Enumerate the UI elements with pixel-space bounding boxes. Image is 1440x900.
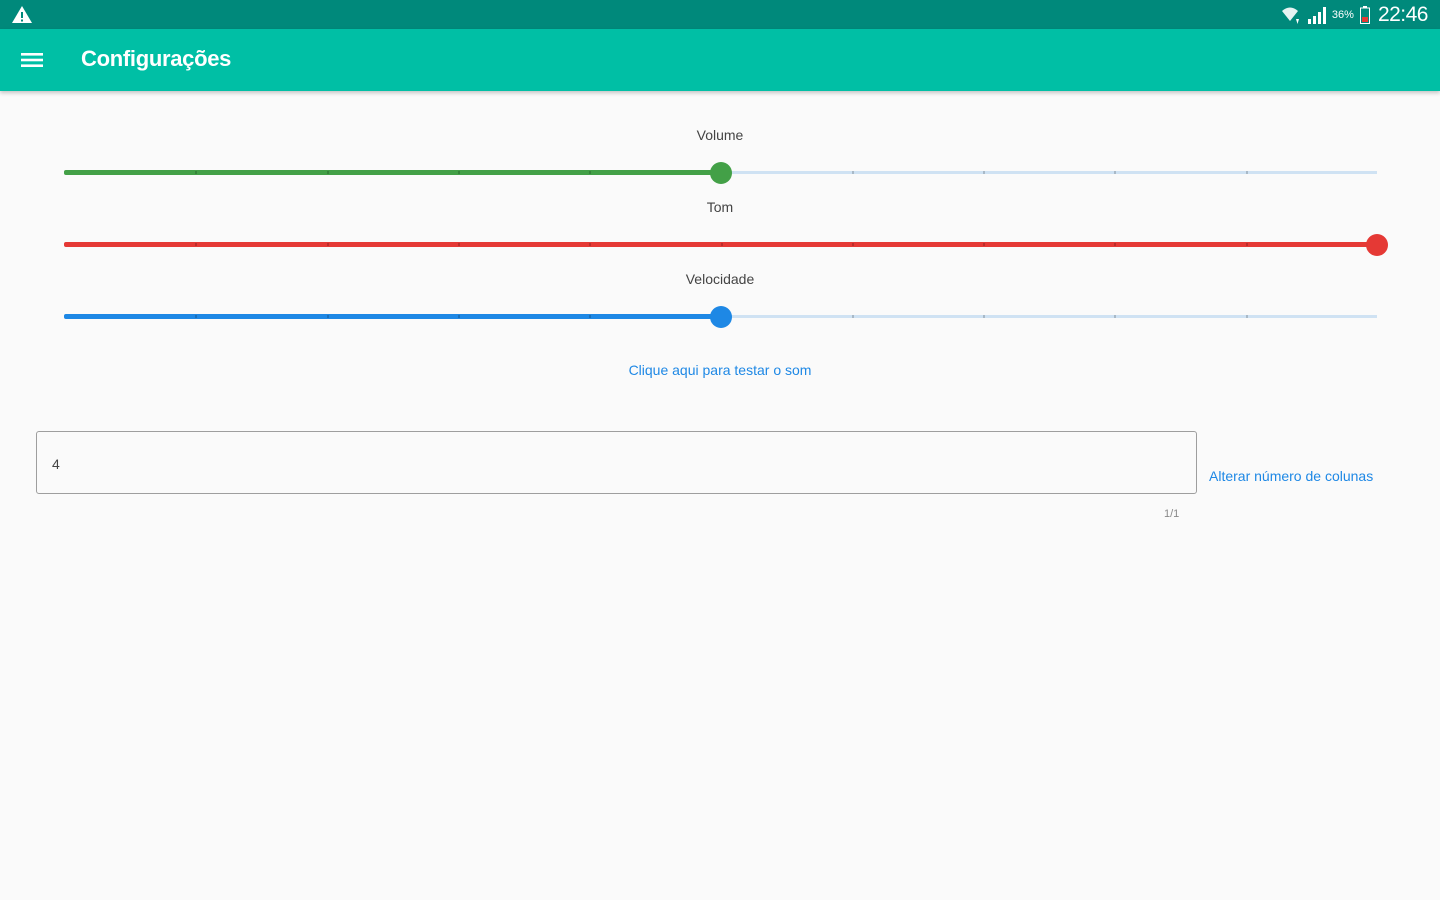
test-sound-link[interactable]: Clique aqui para testar o som (0, 362, 1440, 378)
speed-slider[interactable] (64, 305, 1377, 329)
battery-low-icon (1359, 5, 1370, 24)
slider-fill (64, 314, 721, 319)
columns-field[interactable] (36, 431, 1197, 494)
alter-columns-button[interactable]: Alterar número de colunas (1209, 468, 1373, 484)
signal-icon (1307, 6, 1326, 24)
slider-tick (195, 315, 198, 318)
slider-tick (589, 171, 592, 174)
speed-label: Velocidade (685, 271, 755, 287)
app-bar: Configurações (0, 29, 1440, 91)
slider-tick (720, 243, 723, 246)
status-bar: 36% 22:46 (0, 0, 1440, 29)
slider-tick (983, 315, 986, 318)
hamburger-menu-icon[interactable] (21, 49, 43, 71)
slider-thumb[interactable] (1366, 234, 1388, 256)
slider-tick (589, 315, 592, 318)
slider-tick (1114, 315, 1117, 318)
slider-thumb[interactable] (709, 162, 732, 184)
slider-thumb[interactable] (709, 306, 732, 328)
volume-label: Volume (696, 127, 744, 143)
clock: 22:46 (1377, 2, 1429, 26)
slider-tick (1114, 243, 1117, 246)
page-title: Configurações (81, 46, 232, 71)
warning-icon (12, 6, 32, 23)
slider-tick (326, 243, 329, 246)
slider-fill (64, 170, 721, 175)
slider-tick (1245, 243, 1248, 246)
tone-label: Tom (706, 199, 734, 215)
slider-tick (326, 171, 329, 174)
slider-tick (195, 243, 198, 246)
slider-tick (457, 171, 460, 174)
slider-tick (326, 315, 329, 318)
volume-slider[interactable] (64, 161, 1377, 185)
columns-input[interactable] (50, 452, 1174, 476)
slider-tick (1245, 171, 1248, 174)
slider-tick (1245, 315, 1248, 318)
slider-tick (851, 243, 854, 246)
status-icons: 36% 22:46 (1280, 0, 1429, 29)
slider-tick (195, 171, 198, 174)
slider-tick (983, 243, 986, 246)
slider-tick (983, 171, 986, 174)
slider-tick (457, 243, 460, 246)
slider-tick (851, 315, 854, 318)
slider-tick (851, 171, 854, 174)
slider-tick (1114, 171, 1117, 174)
character-counter: 1/1 (1164, 508, 1180, 520)
slider-tick (457, 315, 460, 318)
battery-percent: 36% (1331, 8, 1354, 21)
wifi-icon (1281, 7, 1299, 24)
slider-tick (589, 243, 592, 246)
tone-slider[interactable] (64, 233, 1388, 257)
